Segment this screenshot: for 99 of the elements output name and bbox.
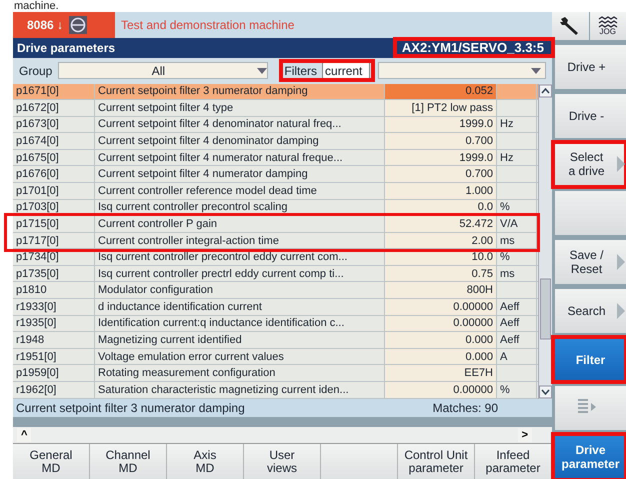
parameter-unit: V/A (497, 216, 537, 232)
parameter-number: p1703[0] (13, 200, 95, 216)
parameter-number: r1933[0] (13, 299, 95, 315)
parameter-value: [1] PT2 low pass (385, 100, 497, 116)
parameter-row[interactable]: p1717[0] Current controller integral-action time 2.00 ms (13, 232, 537, 250)
more-softkey[interactable] (555, 386, 626, 430)
scroll-left-button[interactable]: ^ (17, 428, 32, 442)
parameter-unit: Hz (497, 150, 537, 166)
alarm-message: Test and demonstration machine (120, 18, 294, 32)
parameter-number: p1674[0] (13, 133, 95, 149)
parameter-value: 0.000 (385, 332, 497, 348)
softkey[interactable]: Infeed parameter (475, 444, 552, 479)
parameter-unit: % (497, 382, 537, 398)
softkey[interactable]: Control Unit parameter (398, 444, 475, 479)
status-description: Current setpoint filter 3 numerator damping (16, 400, 245, 415)
blank-softkey[interactable] (321, 444, 398, 479)
softkey[interactable]: Axis MD (167, 444, 244, 479)
parameter-value: 800H (385, 282, 497, 298)
parameter-unit: A (497, 348, 537, 364)
parameter-row[interactable]: p1672[0] Current setpoint filter 4 type [1] PT2 low pass (13, 100, 538, 117)
softkey[interactable]: Drive + (555, 45, 626, 89)
softkey[interactable]: Channel MD (90, 444, 167, 479)
filter-dropdown[interactable] (378, 62, 546, 80)
parameter-value: 2.00 (385, 232, 497, 248)
parameter-value: 0.00000 (385, 299, 497, 315)
parameter-row[interactable]: p1676[0] Current setpoint filter 4 numerator damping 0.700 (13, 166, 538, 183)
window-title: Drive parameters (17, 40, 116, 55)
parameter-row[interactable]: p1735[0] Isq current controller prectrl eddy current comp ti... 0.75 ms (13, 266, 538, 282)
parameter-value: 0.052 (385, 84, 497, 100)
channel-status: 8086 ↓ (27, 18, 64, 32)
parameter-number: p1675[0] (13, 150, 95, 166)
parameter-number: p1717[0] (13, 232, 95, 248)
filters-label: Filters (284, 64, 318, 78)
parameter-number: p1959[0] (13, 365, 95, 381)
softkey[interactable]: Save / Reset (555, 240, 626, 284)
parameter-row[interactable]: r1935[0] Identification current:q inductance identification c... 0.00000 Aeff (13, 316, 538, 332)
softkey[interactable]: User views (244, 444, 321, 479)
dropdown-icon (531, 68, 541, 74)
parameter-number: r1962[0] (13, 382, 95, 398)
parameter-number: p1701[0] (13, 183, 95, 199)
parameter-value: 1.000 (385, 183, 497, 199)
parameter-number: p1715[0] (13, 216, 95, 232)
softkey[interactable]: Drive - (555, 94, 626, 138)
parameter-unit: ms (497, 266, 537, 282)
dropdown-icon (257, 68, 268, 74)
parameter-row[interactable]: p1959[0] Rotating measurement configuration EE7H (13, 365, 538, 382)
blank-softkey[interactable] (555, 191, 626, 236)
parameter-row[interactable]: p1810 Modulator configuration 800H (13, 282, 538, 300)
parameter-row[interactable]: p1715[0] Current controller P gain 52.472 V/A (13, 216, 537, 233)
parameter-number: p1672[0] (13, 100, 95, 116)
parameter-value: 52.472 (385, 216, 497, 232)
scroll-right-button[interactable]: > (518, 428, 532, 442)
parameter-unit: Aeff (497, 316, 537, 332)
parameter-number: p1673[0] (13, 116, 95, 132)
parameter-value: EE7H (385, 365, 497, 381)
parameter-row[interactable]: p1703[0] Isq current controller precontrol scaling 0.0 % (13, 200, 538, 216)
parameter-number: p1671[0] (13, 84, 95, 100)
group-dropdown[interactable]: All (58, 62, 268, 80)
parameter-value: 0.00000 (385, 382, 497, 398)
reset-icon (69, 16, 88, 34)
parameter-row[interactable]: p1673[0] Current setpoint filter 4 denominator natural freq... 1999.0 Hz (13, 116, 538, 134)
softkey[interactable]: Search (555, 288, 626, 333)
parameter-number: r1951[0] (13, 348, 95, 364)
parameter-unit: Hz (497, 116, 537, 132)
parameter-row[interactable]: p1701[0] Current controller reference model dead time 1.000 (13, 183, 538, 200)
parameter-number: p1734[0] (13, 249, 95, 265)
parameter-value: 0.000 (385, 348, 497, 364)
parameter-number: p1735[0] (13, 266, 95, 282)
parameter-row[interactable]: p1734[0] Isq current controller precontrol eddy current com... 10.0 % (13, 249, 538, 266)
parameter-value: 0.700 (385, 166, 497, 182)
parameter-row[interactable]: r1948 Magnetizing current identified 0.000 Aeff (13, 332, 538, 349)
caption-text: machine. (14, 0, 59, 12)
parameter-number: r1935[0] (13, 316, 95, 332)
list-arrow-icon (576, 398, 598, 416)
parameter-row[interactable]: p1671[0] Current setpoint filter 3 numerator damping 0.052 (13, 84, 538, 100)
wave-icon (596, 16, 619, 28)
parameter-unit: Aeff (497, 299, 537, 315)
parameter-number: r1948 (13, 332, 95, 348)
parameter-unit: % (497, 200, 537, 216)
parameter-value: 0.75 (385, 266, 497, 282)
match-count: Matches: 90 (432, 400, 498, 415)
parameter-value: 1999.0 (385, 116, 497, 132)
parameter-number: p1676[0] (13, 166, 95, 182)
group-label: Group (19, 64, 52, 78)
parameter-value: 1999.0 (385, 150, 497, 166)
parameter-row[interactable]: p1674[0] Current setpoint filter 4 denominator damping 0.700 (13, 133, 538, 150)
parameter-row[interactable]: r1951[0] Voltage emulation error current values 0.000 A (13, 348, 538, 366)
parameter-unit: ms (497, 232, 537, 248)
parameter-value: 0.00000 (385, 316, 497, 332)
parameter-unit: % (497, 249, 537, 265)
parameter-row[interactable]: r1933[0] d inductance identification current 0.00000 Aeff (13, 299, 538, 316)
parameter-value: 0.700 (385, 133, 497, 149)
softkey[interactable]: General MD (13, 444, 90, 479)
parameter-row[interactable]: p1675[0] Current setpoint filter 4 numerator natural freque... 1999.0 Hz (13, 150, 538, 166)
parameter-number: p1810 (13, 282, 95, 298)
jog-label: JOG (600, 28, 616, 36)
vertical-scrollbar[interactable] (539, 84, 552, 399)
filter-input[interactable]: current (322, 62, 370, 80)
parameter-unit: Aeff (497, 332, 537, 348)
